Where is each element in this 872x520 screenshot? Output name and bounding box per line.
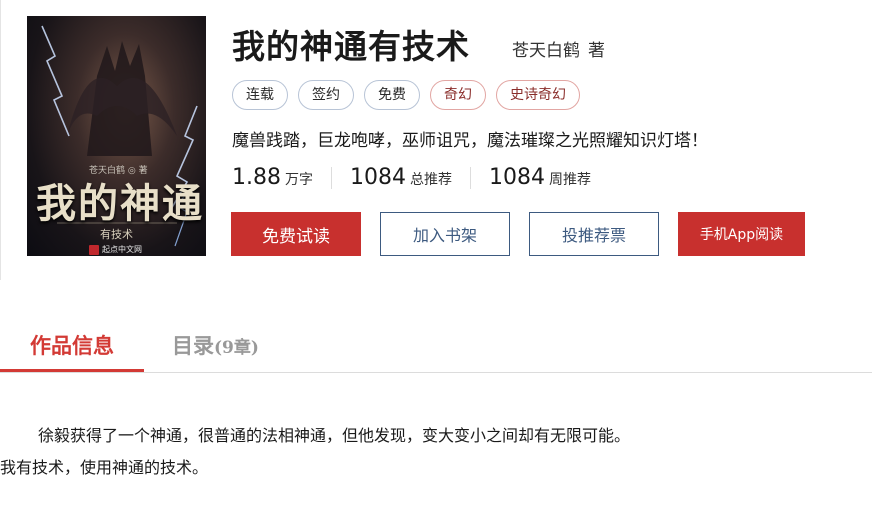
publisher-logo-icon [89, 244, 99, 255]
summary-paragraph: 我有技术，使用神通的技术。 [0, 458, 209, 477]
stat-divider [330, 166, 332, 189]
vote-recommend-button[interactable]: 投推荐票 [529, 212, 659, 256]
cover-subtitle: 有技术 [100, 228, 133, 241]
stat-word-count: 1.88 万字 [232, 165, 313, 190]
tab-catalog-count: (9章) [214, 338, 259, 358]
left-divider [0, 0, 1, 280]
stat-total-recommend: 1084 总推荐 [350, 165, 452, 190]
app-read-button[interactable]: 手机App阅读 [678, 212, 805, 256]
free-read-button[interactable]: 免费试读 [231, 212, 361, 256]
add-to-shelf-button[interactable]: 加入书架 [380, 212, 510, 256]
tag-subgenre[interactable]: 史诗奇幻 [496, 80, 580, 110]
tab-catalog[interactable]: 目录(9章) [172, 322, 259, 372]
book-cover[interactable]: 苍天白鹤 ◎ 著 我的神通 有技术 起点中文网 [27, 16, 206, 256]
stat-unit: 周推荐 [548, 172, 591, 188]
author-name-link[interactable]: 苍天白鹤 [512, 41, 580, 61]
book-intro: 魔兽践踏，巨龙咆哮，巫师诅咒，魔法璀璨之光照耀知识灯塔！ [232, 131, 708, 151]
stat-value: 1084 [349, 165, 406, 190]
stat-weekly-recommend: 1084 周推荐 [489, 165, 591, 190]
cover-publisher-name: 起点中文网 [102, 245, 142, 254]
cover-publisher: 起点中文网 [89, 244, 142, 255]
stat-unit: 总推荐 [409, 172, 452, 188]
summary-paragraph: 徐毅获得了一个神通，很普通的法相神通，但他发现，变大变小之间却有无限可能。 [38, 426, 631, 445]
tag-genre[interactable]: 奇幻 [430, 80, 486, 110]
book-title: 我的神通有技术 [232, 27, 470, 66]
book-author: 苍天白鹤著 [512, 36, 605, 61]
tag-list: 连载 签约 免费 奇幻 史诗奇幻 [232, 80, 580, 110]
detail-tabs: 作品信息 目录(9章) [0, 322, 872, 373]
tag-status[interactable]: 连载 [232, 80, 288, 110]
tab-catalog-label: 目录 [172, 333, 214, 358]
cover-title: 我的神通 [36, 180, 204, 227]
stat-divider [469, 166, 471, 189]
stat-value: 1.88 [232, 165, 281, 190]
book-summary: 徐毅获得了一个神通，很普通的法相神通，但他发现，变大变小之间却有无限可能。 我有… [0, 420, 860, 484]
tab-book-info[interactable]: 作品信息 [0, 322, 144, 372]
stat-value: 1084 [488, 165, 545, 190]
stat-unit: 万字 [284, 172, 313, 188]
book-stats: 1.88 万字 1084 总推荐 1084 周推荐 [232, 165, 591, 190]
tag-signed[interactable]: 签约 [298, 80, 354, 110]
tag-free[interactable]: 免费 [364, 80, 420, 110]
author-role: 著 [588, 41, 605, 61]
